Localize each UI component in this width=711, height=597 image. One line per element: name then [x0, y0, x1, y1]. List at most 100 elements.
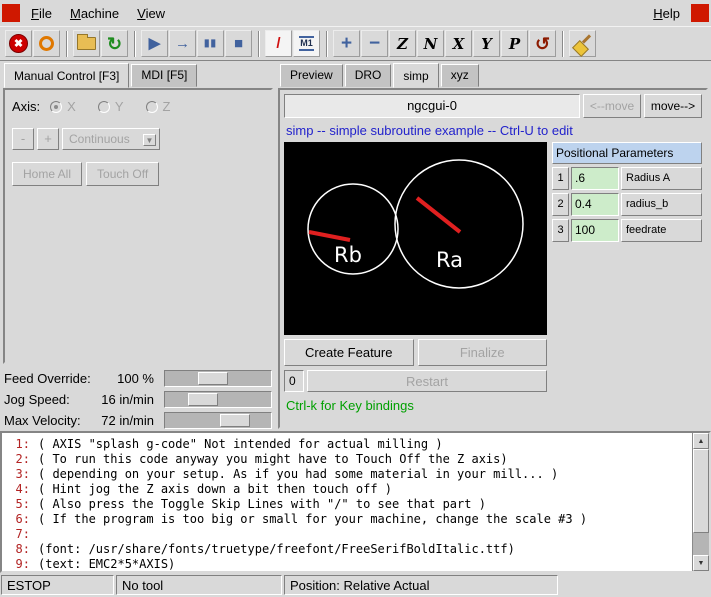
menu-view[interactable]: View	[128, 2, 174, 25]
step-button[interactable]: →	[169, 30, 196, 57]
touch-off-button[interactable]: Touch Off	[86, 162, 159, 186]
zoom-in-icon: +	[341, 34, 352, 53]
view-x-button[interactable]: X	[445, 30, 472, 57]
slider-handle[interactable]	[220, 414, 250, 427]
subroutine-preview-canvas[interactable]: Rb Ra	[284, 142, 547, 335]
gcode-line[interactable]: 9: (text: EMC2*5*AXIS)	[4, 557, 692, 571]
gcode-scrollbar[interactable]: ▲ ▼	[692, 433, 709, 571]
restart-count-field[interactable]: 0	[284, 370, 304, 392]
jog-plus-button[interactable]: +	[37, 128, 59, 150]
pause-button[interactable]: ▮▮	[197, 30, 224, 57]
slider-handle[interactable]	[188, 393, 218, 406]
positional-parameters-header: Positional Parameters	[552, 142, 702, 164]
gcode-line[interactable]: 6:( If the program is too big or small f…	[4, 512, 692, 527]
feed-override-slider[interactable]	[164, 370, 272, 387]
main-area: Manual Control [F3] MDI [F5] Axis: X Y	[0, 62, 711, 431]
tab-simp[interactable]: simp	[393, 63, 438, 88]
clear-plot-button[interactable]	[569, 30, 596, 57]
open-file-button[interactable]	[73, 30, 100, 57]
view-p-button[interactable]: P	[501, 30, 528, 57]
small-circle-label: Rb	[334, 243, 362, 267]
estop-button[interactable]: ✖	[5, 30, 32, 57]
gcode-text[interactable]: 1:( AXIS "splash g-code" Not intended fo…	[2, 433, 692, 571]
gcode-line[interactable]: 8:(font: /usr/share/fonts/truetype/freef…	[4, 542, 692, 557]
gcode-line[interactable]: 1:( AXIS "splash g-code" Not intended fo…	[4, 437, 692, 452]
param-name-label: radius_b	[621, 193, 702, 216]
gcode-line[interactable]: 2: ( To run this code anyway you might ha…	[4, 452, 692, 467]
view-z2-button[interactable]: N	[417, 30, 444, 57]
feed-override-value: 100 %	[98, 371, 164, 386]
param-value-input[interactable]: 100	[571, 219, 619, 242]
move-right-button[interactable]: move-->	[644, 94, 702, 118]
zoom-out-icon: −	[369, 34, 380, 53]
toggle-skip-lines-button[interactable]: /	[265, 30, 292, 57]
tab-mdi[interactable]: MDI [F5]	[131, 64, 197, 87]
jog-mode-select[interactable]: Continuous ▼	[62, 128, 160, 150]
axis-y-label: Y	[115, 99, 124, 114]
tab-xyz[interactable]: xyz	[441, 64, 479, 87]
axis-z-radio[interactable]: Z	[146, 99, 171, 114]
tab-manual-control[interactable]: Manual Control [F3]	[4, 63, 129, 88]
axis-window: File Machine View Help ✖ ↻ ▶ → ▮▮ ■ / M1…	[0, 0, 711, 597]
preview-panel: Preview DRO simp xyz ngcgui-0 <--move mo…	[276, 62, 711, 431]
reload-button[interactable]: ↻	[101, 30, 128, 57]
feed-override-label: Feed Override:	[4, 371, 98, 386]
rotate-view-button[interactable]: ↺	[529, 30, 556, 57]
run-button[interactable]: ▶	[141, 30, 168, 57]
axis-x-radio[interactable]: X	[50, 99, 76, 114]
param-name-label: feedrate	[621, 219, 702, 242]
tab-dro[interactable]: DRO	[345, 64, 392, 87]
axis-label: Axis:	[12, 99, 40, 114]
scrollbar-thumb[interactable]	[693, 449, 709, 533]
optional-stop-button[interactable]: M1	[293, 30, 320, 57]
line-number: 2:	[4, 452, 30, 466]
axis-selector-row: Axis: X Y Z	[12, 99, 264, 114]
gcode-line[interactable]: 7:	[4, 527, 692, 542]
scrollbar-trough[interactable]	[693, 533, 709, 555]
param-value-input[interactable]: .6	[571, 167, 619, 190]
toolbar: ✖ ↻ ▶ → ▮▮ ■ / M1 + − Z N X Y P ↺	[0, 26, 711, 62]
menubar: File Machine View Help	[0, 0, 711, 26]
finalize-button[interactable]: Finalize	[418, 339, 548, 366]
view-z-button[interactable]: Z	[389, 30, 416, 57]
pause-icon: ▮▮	[204, 38, 217, 49]
control-panel: Manual Control [F3] MDI [F5] Axis: X Y	[0, 62, 276, 431]
param-value-input[interactable]: 0.4	[571, 193, 619, 216]
ngcgui-tab-name-input[interactable]: ngcgui-0	[284, 94, 580, 118]
zoom-in-button[interactable]: +	[333, 30, 360, 57]
gcode-line[interactable]: 3:( depending on your setup. As if you h…	[4, 467, 692, 482]
restart-button[interactable]: Restart	[307, 370, 547, 392]
menu-file[interactable]: File	[22, 2, 61, 25]
manual-control-frame: Axis: X Y Z - +	[3, 88, 273, 364]
slider-handle[interactable]	[198, 372, 228, 385]
machine-power-button[interactable]	[33, 30, 60, 57]
menu-help[interactable]: Help	[644, 2, 689, 25]
home-all-button[interactable]: Home All	[12, 162, 82, 186]
gcode-line[interactable]: 5:( Also press the Toggle Skip Lines wit…	[4, 497, 692, 512]
gcode-listing: 1:( AXIS "splash g-code" Not intended fo…	[0, 431, 711, 573]
line-text: (text: EMC2*5*AXIS)	[38, 557, 175, 571]
stop-button[interactable]: ■	[225, 30, 252, 57]
ngcgui-frame: ngcgui-0 <--move move--> simp -- simple …	[278, 88, 708, 429]
line-number: 9:	[4, 557, 30, 571]
scroll-down-icon[interactable]: ▼	[693, 555, 709, 571]
line-text: ( AXIS "splash g-code" Not intended for …	[38, 437, 443, 451]
scroll-up-icon[interactable]: ▲	[693, 433, 709, 449]
create-feature-button[interactable]: Create Feature	[284, 339, 414, 366]
line-number: 8:	[4, 542, 30, 556]
axis-y-radio[interactable]: Y	[98, 99, 124, 114]
view-y-button[interactable]: Y	[473, 30, 500, 57]
jog-minus-button[interactable]: -	[12, 128, 34, 150]
line-text: ( To run this code anyway you might have…	[38, 452, 508, 466]
preview-tabbar: Preview DRO simp xyz	[276, 62, 711, 87]
window-corner-right	[691, 4, 709, 22]
max-velocity-slider[interactable]	[164, 412, 272, 429]
tab-preview[interactable]: Preview	[280, 64, 343, 87]
move-left-button[interactable]: <--move	[583, 94, 641, 118]
menu-machine[interactable]: Machine	[61, 2, 128, 25]
gcode-line[interactable]: 4:( Hint jog the Z axis down a bit then …	[4, 482, 692, 497]
restart-row: 0 Restart	[284, 370, 547, 392]
window-corner-left	[2, 4, 20, 22]
zoom-out-button[interactable]: −	[361, 30, 388, 57]
jog-speed-slider[interactable]	[164, 391, 272, 408]
